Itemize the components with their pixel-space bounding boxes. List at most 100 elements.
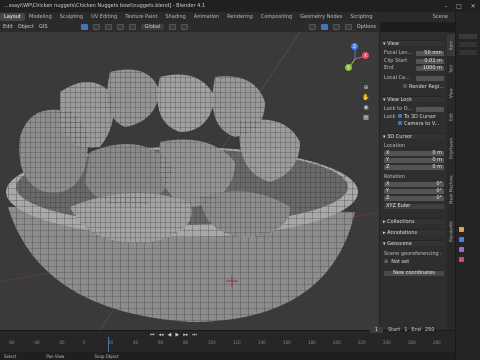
end-field[interactable]: 1000 m — [416, 65, 444, 71]
rotation-label: Rotation — [384, 174, 405, 180]
transform-orientation-dropdown[interactable]: Global — [140, 24, 165, 30]
prev-key-icon[interactable]: ◂◂ — [159, 332, 164, 338]
frame-label: 280 — [433, 340, 441, 345]
select-mode-icon[interactable] — [92, 24, 100, 30]
tab-animation[interactable]: Animation — [190, 13, 224, 21]
properties-output-icon[interactable] — [459, 247, 464, 252]
menu-edit[interactable]: Edit — [3, 24, 13, 30]
maximize-icon[interactable]: □ — [456, 3, 462, 10]
3d-viewport[interactable]: X Y Z ⊕ ✋ ◉ ▦ — [0, 32, 380, 330]
lock-label: Lock — [384, 114, 396, 120]
menu-gis[interactable]: GIS — [39, 24, 48, 30]
menu-object[interactable]: Object — [18, 24, 34, 30]
tool-icon[interactable] — [104, 24, 112, 30]
cursor-loc-y-field[interactable]: Y0 m — [384, 157, 444, 163]
tab-item[interactable]: Item — [447, 34, 455, 56]
close-icon[interactable]: ✕ — [471, 3, 476, 10]
gizmo-z-icon[interactable]: Z — [351, 43, 358, 50]
local-camera-label: Local Ca... — [384, 75, 410, 81]
frame-label: 100 — [208, 340, 216, 345]
zoom-icon[interactable]: ⊕ — [363, 84, 368, 91]
tab-edit[interactable]: Edit — [447, 106, 455, 128]
start-field[interactable]: 1 — [404, 327, 407, 333]
playback-controls: ⏮ ◂◂ ◀ ▶ ▸▸ ⏭ — [150, 331, 197, 338]
tab-shading[interactable]: Shading — [161, 13, 189, 21]
rotation-mode-dropdown[interactable]: XYZ Euler — [384, 203, 444, 209]
frame-label: 120 — [233, 340, 241, 345]
play-reverse-icon[interactable]: ◀ — [168, 332, 172, 338]
cursor-rot-y-field[interactable]: Y 0° — [384, 188, 444, 194]
tab-layout[interactable]: Layout — [0, 13, 25, 21]
cursor-loc-z-field[interactable]: Z0 m — [384, 164, 444, 170]
tool-icon[interactable] — [128, 24, 136, 30]
pan-hand-icon[interactable]: ✋ — [362, 94, 369, 101]
grid-icon[interactable]: ▦ — [363, 114, 369, 121]
frame-label: -20 — [58, 340, 65, 345]
tab-tool[interactable]: Tool — [447, 58, 455, 80]
playhead[interactable] — [108, 337, 109, 353]
panel-view-lock-header[interactable]: ▾ View Lock — [380, 96, 444, 103]
new-coordinates-button[interactable]: New coordinates — [384, 270, 444, 276]
clip-start-label: Clip Start — [384, 58, 408, 64]
scene-selector[interactable]: Scene — [429, 13, 452, 21]
snap-icon[interactable] — [169, 24, 177, 30]
render-region-label: Render Regi... — [408, 84, 444, 90]
properties-scene-icon[interactable] — [459, 257, 464, 262]
properties-render-icon[interactable] — [459, 237, 464, 242]
jump-end-icon[interactable]: ⏭ — [192, 332, 197, 338]
status-bar: Select Pan View Snap Object — [0, 352, 455, 360]
panel-collections-header[interactable]: ▸ Collections — [380, 218, 444, 225]
jump-start-icon[interactable]: ⏮ — [150, 332, 155, 338]
next-key-icon[interactable]: ▸▸ — [183, 332, 188, 338]
outliner-row[interactable] — [459, 50, 477, 55]
lock-object-field[interactable] — [416, 106, 444, 112]
frame-label: 80 — [183, 340, 189, 345]
current-frame-field[interactable]: 1 — [370, 327, 383, 333]
end-label: End — [411, 327, 421, 333]
proportional-icon[interactable] — [181, 24, 189, 30]
status-pan: Pan View — [46, 353, 65, 359]
focal-field[interactable]: 50 mm — [416, 50, 444, 56]
gizmo-y-icon[interactable]: Y — [345, 64, 352, 71]
camera-icon[interactable]: ◉ — [363, 104, 368, 111]
panel-view-header[interactable]: ▾ View — [380, 40, 444, 47]
tab-blenderkit[interactable]: BlenderKit — [447, 214, 455, 250]
navigation-gizmo[interactable]: X Y Z — [340, 43, 370, 74]
panel-geoscene-header[interactable]: ▾ Geoscene — [380, 240, 444, 247]
shading-solid-icon[interactable] — [320, 24, 328, 30]
select-box-icon[interactable] — [80, 24, 88, 30]
minimize-icon[interactable]: – — [444, 3, 447, 10]
panel-annotations-header[interactable]: ▸ Annotations — [380, 229, 444, 236]
tab-uv-editing[interactable]: UV Editing — [87, 13, 121, 21]
tab-rendering[interactable]: Rendering — [223, 13, 257, 21]
workspace-tabs: Layout Modeling Sculpting UV Editing Tex… — [0, 12, 480, 22]
tab-modeling[interactable]: Modeling — [25, 13, 56, 21]
properties-tool-icon[interactable] — [459, 227, 464, 232]
tool-icon[interactable] — [116, 24, 124, 30]
outliner-row[interactable] — [459, 42, 477, 47]
cursor-loc-x-field[interactable]: X0 m — [384, 150, 444, 156]
tab-geometry-nodes[interactable]: Geometry Nodes — [296, 13, 346, 21]
clip-start-field[interactable]: 0.01 m — [416, 58, 444, 64]
outliner-row[interactable] — [459, 34, 477, 39]
shading-rendered-icon[interactable] — [344, 24, 352, 30]
tab-texture-paint[interactable]: Texture Paint — [121, 13, 161, 21]
tab-polyhaven[interactable]: PolyHaven — [447, 130, 455, 166]
tab-view[interactable]: View — [447, 82, 455, 104]
cursor-rot-x-field[interactable]: X 0° — [384, 181, 444, 187]
tab-sculpting[interactable]: Sculpting — [56, 13, 87, 21]
tab-scripting[interactable]: Scripting — [346, 13, 376, 21]
end-field[interactable]: 250 — [425, 327, 435, 333]
status-context: Snap Object — [94, 353, 119, 359]
shading-material-icon[interactable] — [332, 24, 340, 30]
tab-compositing[interactable]: Compositing — [257, 13, 296, 21]
overlay-icon[interactable] — [308, 24, 316, 30]
local-camera-field[interactable] — [416, 75, 444, 81]
gizmo-x-icon[interactable]: X — [362, 52, 369, 59]
play-icon[interactable]: ▶ — [175, 332, 179, 338]
cursor-rot-z-field[interactable]: Z 0° — [384, 195, 444, 201]
options-dropdown[interactable]: Options — [357, 24, 376, 30]
georef-label: Scene georeferencing : — [384, 251, 442, 257]
tab-mesh-machine[interactable]: Mesh Machine — [447, 168, 455, 212]
panel-3d-cursor-header[interactable]: ▾ 3D Cursor — [380, 133, 444, 140]
